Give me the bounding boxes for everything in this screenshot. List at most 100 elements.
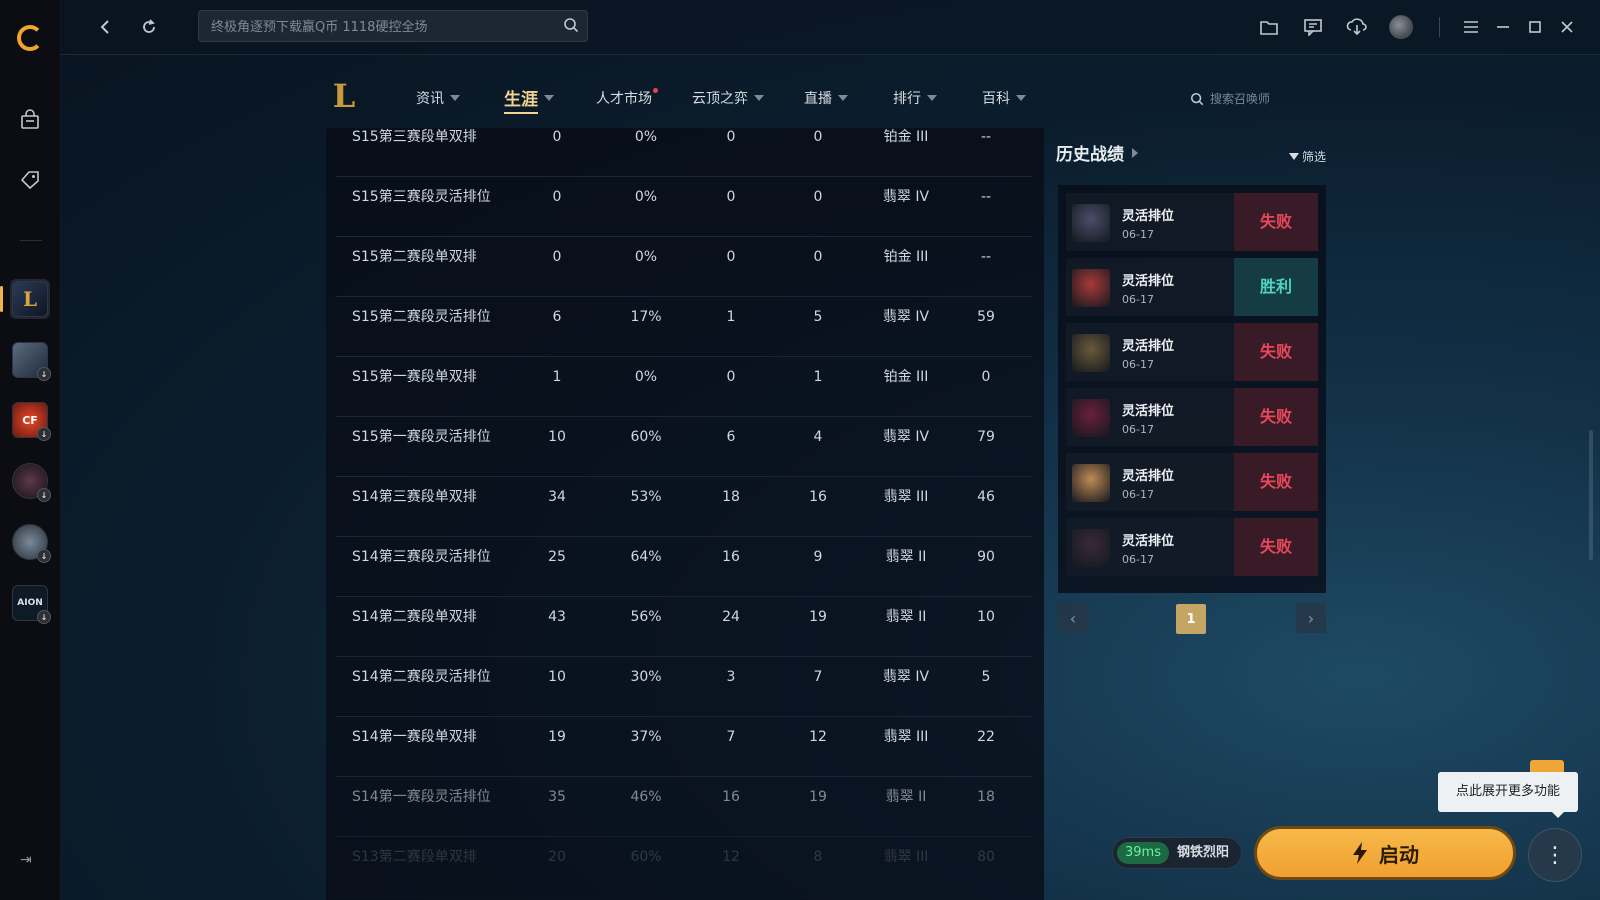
match-mode: 灵活排位 xyxy=(1122,209,1175,224)
sidebar-game-5[interactable]: ↓ xyxy=(10,522,51,563)
champion-portrait xyxy=(1072,269,1110,307)
summoner-search[interactable]: 搜索召唤师 xyxy=(1190,90,1270,107)
cell-games: 43 xyxy=(548,609,566,625)
match-item[interactable]: 灵活排位 06-17 失败 xyxy=(1066,323,1318,381)
match-item[interactable]: 灵活排位 06-17 胜利 xyxy=(1066,258,1318,316)
cell-season: S15第三赛段单双排 xyxy=(352,129,477,145)
tab-label: 直播 xyxy=(804,91,832,107)
match-date: 06-17 xyxy=(1122,488,1154,501)
cell-season: S15第三赛段灵活排位 xyxy=(352,189,491,205)
cell-points: 18 xyxy=(977,789,995,805)
cell-losses: 4 xyxy=(813,429,823,445)
cell-season: S14第一赛段灵活排位 xyxy=(352,789,491,805)
cell-losses: 19 xyxy=(809,609,827,625)
table-row: S14第三赛段灵活排位 25 64% 16 9 翡翠 II 90 xyxy=(336,536,1032,597)
refresh-button[interactable] xyxy=(136,14,162,40)
game-5-icon: ↓ xyxy=(12,524,51,563)
cell-rank: 翡翠 III xyxy=(883,489,929,505)
cell-rank: 翡翠 II xyxy=(885,549,927,565)
sidebar-divider xyxy=(20,240,42,241)
cell-rank: 翡翠 II xyxy=(885,609,927,625)
folder-button[interactable] xyxy=(1256,14,1282,40)
history-title[interactable]: 历史战绩 xyxy=(1056,140,1326,165)
scrollbar[interactable] xyxy=(1589,430,1593,560)
app-logo[interactable] xyxy=(10,18,50,58)
cell-games: 0 xyxy=(552,189,562,205)
server-status[interactable]: 39ms 钢铁烈阳 xyxy=(1112,837,1242,869)
message-button[interactable] xyxy=(1300,14,1326,40)
cell-winrate: 46% xyxy=(630,789,662,805)
cell-winrate: 64% xyxy=(630,549,662,565)
more-button[interactable]: ⋮ xyxy=(1528,828,1582,882)
cell-rank: 翡翠 IV xyxy=(882,309,930,325)
tab-tft[interactable]: 云顶之弈 xyxy=(692,88,764,108)
launch-button[interactable]: 启动 xyxy=(1254,826,1516,880)
cell-losses: 7 xyxy=(813,669,823,685)
cell-games: 0 xyxy=(552,249,562,265)
match-item[interactable]: 灵活排位 06-17 失败 xyxy=(1066,193,1318,251)
tab-live[interactable]: 直播 xyxy=(804,88,848,108)
match-result: 失败 xyxy=(1234,388,1318,446)
match-history-header: 历史战绩 筛选 xyxy=(1056,140,1326,165)
cell-points: 59 xyxy=(977,309,995,325)
back-button[interactable] xyxy=(92,14,118,40)
chevron-right-icon: › xyxy=(1307,608,1315,628)
maximize-icon xyxy=(1529,21,1541,33)
active-indicator xyxy=(0,286,3,312)
summoner-search-placeholder: 搜索召唤师 xyxy=(1210,92,1271,106)
tab-label: 生涯 xyxy=(504,90,538,110)
minimize-button[interactable] xyxy=(1490,14,1516,40)
tab-talent-market[interactable]: 人才市场 xyxy=(596,88,658,108)
match-item[interactable]: 灵活排位 06-17 失败 xyxy=(1066,453,1318,511)
match-item[interactable]: 灵活排位 06-17 失败 xyxy=(1066,388,1318,446)
match-mode: 灵活排位 xyxy=(1122,469,1175,484)
close-button[interactable] xyxy=(1554,14,1580,40)
search-icon[interactable] xyxy=(563,17,579,33)
sidebar-game-4[interactable]: ↓ xyxy=(10,461,51,502)
tab-career[interactable]: 生涯 xyxy=(504,85,554,114)
folder-icon xyxy=(1260,21,1278,35)
tag-button[interactable] xyxy=(10,160,50,200)
launch-label: 启动 xyxy=(1379,842,1419,867)
cell-winrate: 60% xyxy=(630,429,662,445)
prev-page-button[interactable]: ‹ xyxy=(1058,603,1088,633)
match-date: 06-17 xyxy=(1122,553,1154,566)
table-row: S15第三赛段单双排 0 0% 0 0 铂金 III -- xyxy=(336,128,1032,177)
page-number[interactable]: 1 xyxy=(1176,604,1206,634)
cell-season: S15第二赛段单双排 xyxy=(352,249,477,265)
tab-label: 排行 xyxy=(893,91,921,107)
sidebar-game-2[interactable]: ↓ xyxy=(10,340,51,381)
user-avatar[interactable] xyxy=(1388,14,1414,40)
match-result: 失败 xyxy=(1234,453,1318,511)
cf-game-icon: CF ↓ xyxy=(12,402,51,441)
cell-rank: 翡翠 IV xyxy=(882,669,930,685)
sidebar-game-cf[interactable]: CF ↓ xyxy=(10,400,51,441)
more-features-tooltip: 点此展开更多功能 xyxy=(1438,772,1578,818)
maximize-button[interactable] xyxy=(1522,14,1548,40)
chevron-left-icon: ‹ xyxy=(1069,608,1077,628)
tab-ranking[interactable]: 排行 xyxy=(893,88,937,108)
message-icon xyxy=(1304,19,1322,36)
download-manager-button[interactable] xyxy=(1344,14,1370,40)
store-button[interactable] xyxy=(10,100,50,140)
sidebar-game-aion[interactable]: AION ↓ xyxy=(10,583,51,624)
menu-button[interactable] xyxy=(1458,14,1484,40)
next-page-button[interactable]: › xyxy=(1296,603,1326,633)
cell-games: 34 xyxy=(548,489,566,505)
search-input[interactable] xyxy=(199,11,553,43)
match-result: 失败 xyxy=(1234,193,1318,251)
match-item[interactable]: 灵活排位 06-17 失败 xyxy=(1066,518,1318,576)
collapse-sidebar-icon[interactable]: ⇥ xyxy=(20,852,32,868)
table-row: S14第三赛段单双排 34 53% 18 16 翡翠 III 46 xyxy=(336,476,1032,537)
cell-games: 19 xyxy=(548,729,566,745)
search-box[interactable] xyxy=(198,10,588,43)
filter-label: 筛选 xyxy=(1301,150,1326,164)
champion-portrait xyxy=(1072,464,1110,502)
filter-button[interactable]: 筛选 xyxy=(1288,148,1326,165)
tab-wiki[interactable]: 百科 xyxy=(982,88,1026,108)
lol-logo-icon[interactable]: L xyxy=(326,76,362,116)
cell-season: S15第二赛段灵活排位 xyxy=(352,309,491,325)
tab-news[interactable]: 资讯 xyxy=(416,88,460,108)
topbar-divider xyxy=(1439,17,1440,37)
sidebar-game-lol[interactable]: L xyxy=(10,279,50,319)
